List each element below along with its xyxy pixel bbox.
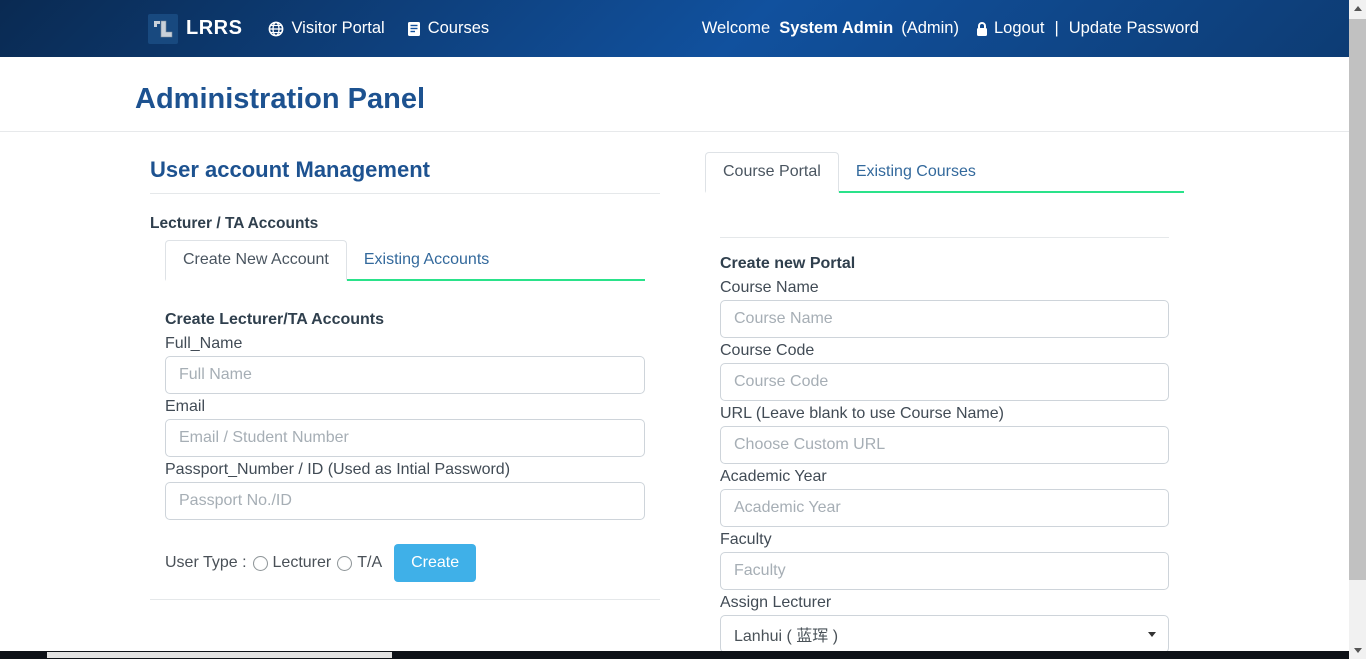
update-password-link[interactable]: Update Password — [1069, 19, 1199, 38]
assign-lecturer-selected-value: Lanhui ( 蓝珲 ) — [734, 622, 838, 646]
arrow-down-icon — [1354, 648, 1362, 653]
course-name-label: Course Name — [720, 280, 1169, 296]
scrollbar-down-button[interactable] — [1349, 642, 1366, 659]
radio-ta[interactable] — [337, 556, 352, 571]
academic-year-input[interactable] — [720, 489, 1169, 527]
globe-icon — [268, 21, 284, 37]
nav-separator: | — [1054, 19, 1058, 38]
scrollbar-up-button[interactable] — [1349, 0, 1366, 17]
tab-create-new-account[interactable]: Create New Account — [165, 240, 347, 281]
divider — [150, 599, 660, 600]
full-name-label: Full_Name — [165, 336, 645, 352]
faculty-input[interactable] — [720, 552, 1169, 590]
logout-link[interactable]: Logout — [975, 19, 1044, 38]
nav-courses[interactable]: Courses — [407, 19, 489, 38]
logout-label: Logout — [994, 19, 1044, 38]
user-type-label: User Type : — [165, 554, 247, 572]
full-name-input[interactable] — [165, 356, 645, 394]
user-role: (Admin) — [901, 19, 959, 38]
academic-year-label: Academic Year — [720, 469, 1169, 485]
user-type-row: User Type : Lecturer T/A Create — [165, 544, 645, 582]
radio-lecturer[interactable] — [253, 556, 268, 571]
email-label: Email — [165, 399, 645, 415]
course-code-input[interactable] — [720, 363, 1169, 401]
tab-existing-accounts[interactable]: Existing Accounts — [347, 240, 506, 279]
account-tabs: Create New Account Existing Accounts — [165, 240, 645, 281]
assign-lecturer-label: Assign Lecturer — [720, 595, 1169, 611]
left-panel-heading: User account Management — [150, 157, 660, 183]
lock-icon — [975, 21, 989, 37]
create-portal-title: Create new Portal — [720, 255, 1169, 273]
faculty-label: Faculty — [720, 532, 1169, 548]
scrollbar-thumb[interactable] — [1349, 19, 1366, 580]
page-title: Administration Panel — [135, 83, 425, 116]
course-tabs: Course Portal Existing Courses — [705, 152, 1184, 193]
tab-course-portal[interactable]: Course Portal — [705, 152, 839, 193]
top-navbar: LRRS Visitor Portal C — [0, 0, 1349, 57]
create-account-form-title: Create Lecturer/TA Accounts — [165, 311, 645, 329]
assign-lecturer-select[interactable]: Lanhui ( 蓝珲 ) — [720, 615, 1169, 653]
custom-url-input[interactable] — [720, 426, 1169, 464]
divider — [720, 237, 1169, 238]
lecturer-ta-accounts-label: Lecturer / TA Accounts — [150, 215, 660, 233]
lrrs-logo-icon — [148, 14, 178, 44]
divider — [150, 193, 660, 194]
brand-name: LRRS — [186, 17, 242, 40]
browser-viewport: LRRS Visitor Portal C — [0, 0, 1366, 659]
arrow-up-icon — [1354, 6, 1362, 11]
create-account-form: Create Lecturer/TA Accounts Full_Name Em… — [150, 281, 660, 582]
chevron-down-icon — [1148, 632, 1156, 637]
tab-existing-courses[interactable]: Existing Courses — [839, 152, 993, 191]
welcome-text: Welcome — [702, 19, 770, 38]
nav-visitor-portal-label: Visitor Portal — [291, 19, 384, 38]
course-portal-panel: Course Portal Existing Courses Create ne… — [705, 152, 1184, 659]
nav-courses-label: Courses — [428, 19, 489, 38]
nav-visitor-portal[interactable]: Visitor Portal — [268, 19, 384, 38]
page-header: Administration Panel — [0, 57, 1349, 132]
radio-ta-label: T/A — [357, 554, 382, 572]
user-account-management-panel: User account Management Lecturer / TA Ac… — [150, 157, 660, 600]
radio-lecturer-label: Lecturer — [273, 554, 332, 572]
book-icon — [407, 21, 421, 37]
create-button[interactable]: Create — [394, 544, 476, 582]
passport-label: Passport_Number / ID (Used as Intial Pas… — [165, 462, 645, 478]
bottom-taskbar-segment — [47, 652, 392, 658]
user-name: System Admin — [779, 19, 893, 38]
custom-url-label: URL (Leave blank to use Course Name) — [720, 406, 1169, 422]
course-name-input[interactable] — [720, 300, 1169, 338]
brand[interactable]: LRRS — [148, 14, 268, 44]
email-input[interactable] — [165, 419, 645, 457]
passport-input[interactable] — [165, 482, 645, 520]
course-code-label: Course Code — [720, 343, 1169, 359]
create-portal-form: Create new Portal Course Name Course Cod… — [705, 255, 1184, 659]
vertical-scrollbar[interactable] — [1349, 0, 1366, 659]
